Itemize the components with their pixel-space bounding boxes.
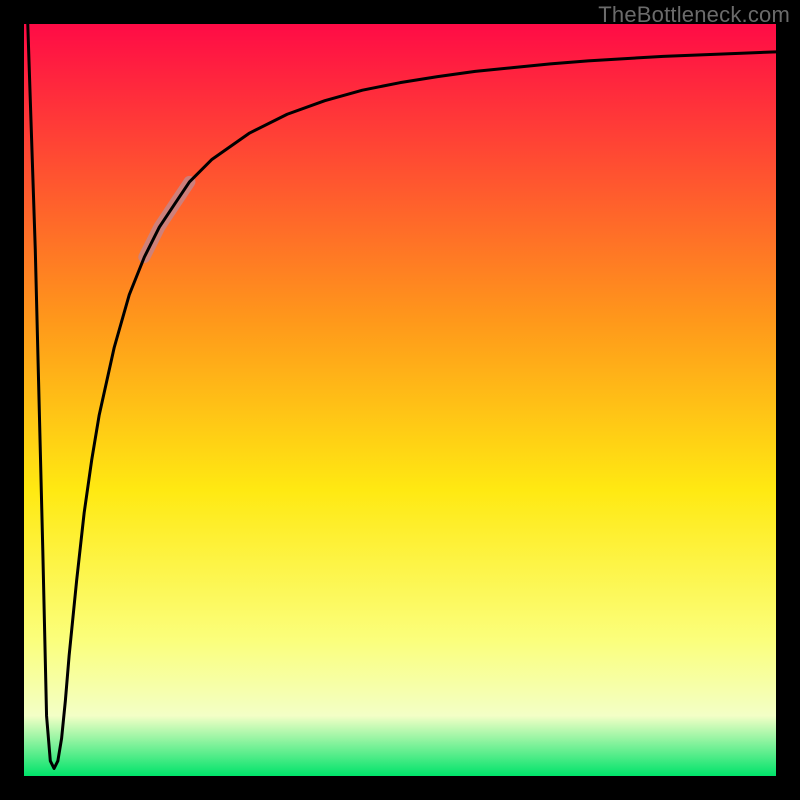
plot-background xyxy=(24,24,776,776)
bottleneck-chart xyxy=(0,0,800,800)
chart-container: TheBottleneck.com xyxy=(0,0,800,800)
watermark-text: TheBottleneck.com xyxy=(598,2,790,28)
